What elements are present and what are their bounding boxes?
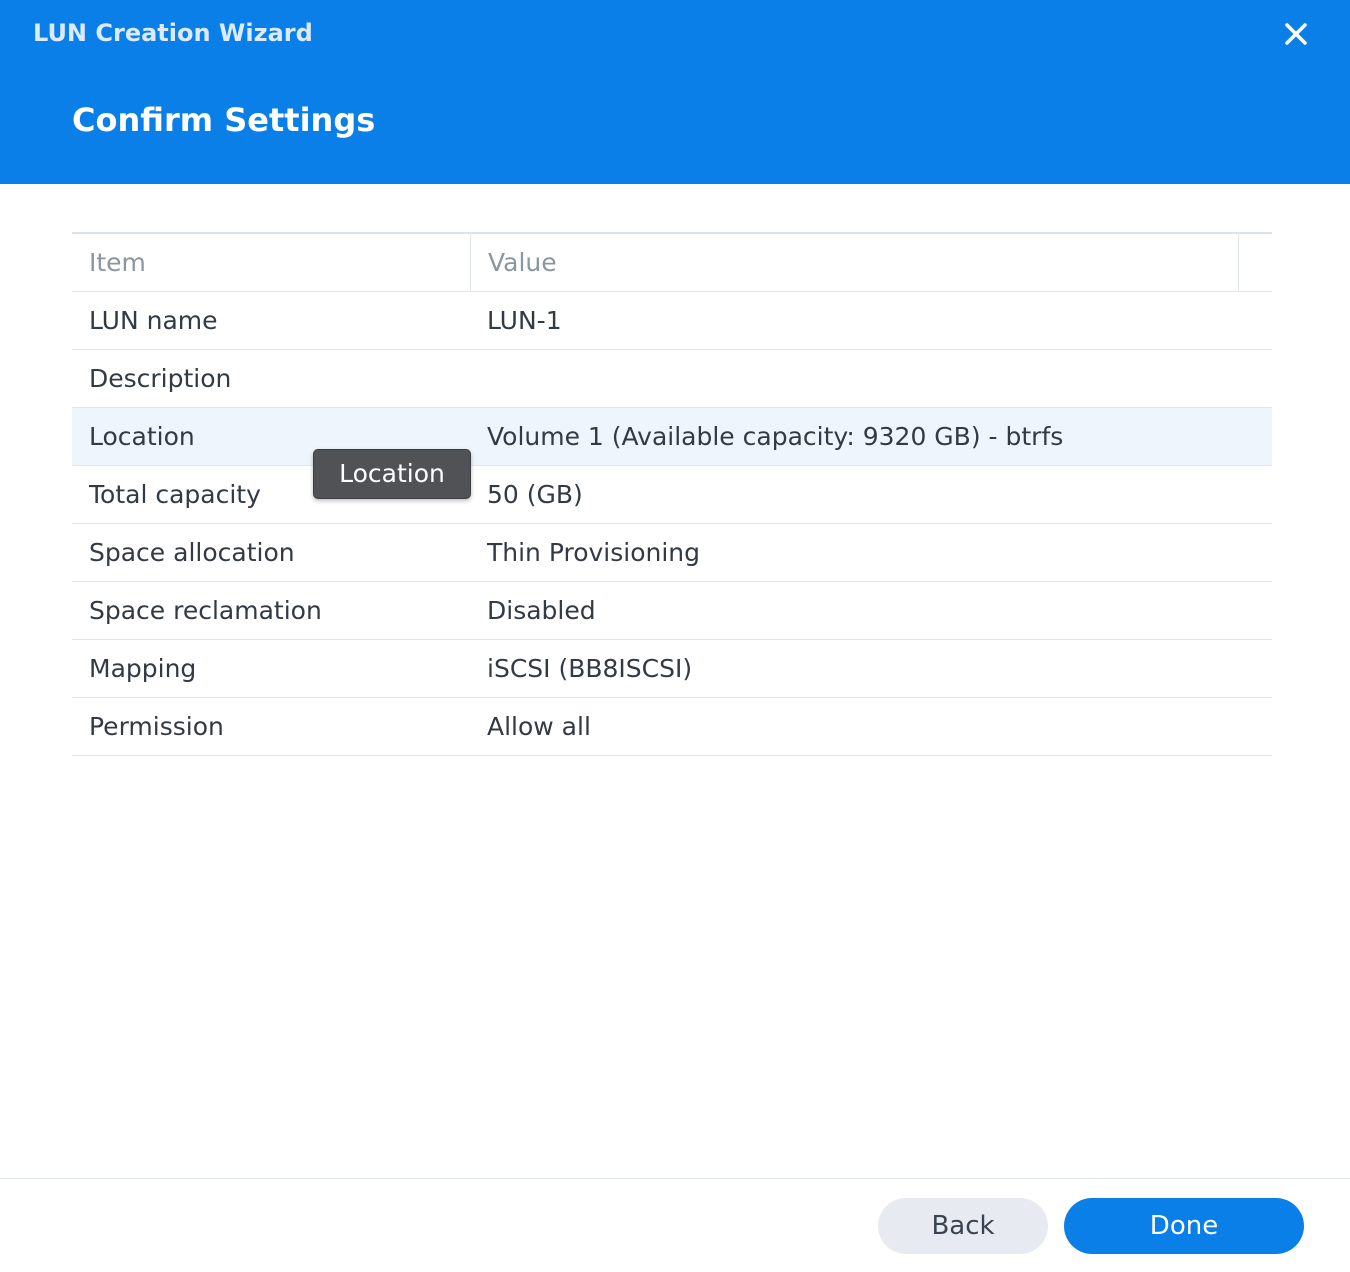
- tooltip: Location: [313, 449, 471, 499]
- value-cell: 50 (GB): [487, 480, 583, 509]
- column-header-item[interactable]: Item: [89, 234, 146, 291]
- value-cell: LUN-1: [487, 306, 562, 335]
- table-row[interactable]: Total capacity 50 (GB): [72, 466, 1272, 524]
- table-row[interactable]: Space reclamation Disabled: [72, 582, 1272, 640]
- value-cell: Allow all: [487, 712, 591, 741]
- value-cell: Disabled: [487, 596, 596, 625]
- footer-divider: [0, 1178, 1350, 1179]
- value-cell: iSCSI (BB8ISCSI): [487, 654, 693, 683]
- settings-grid: Item Value LUN name LUN-1 Description Lo…: [72, 232, 1272, 756]
- table-row[interactable]: Mapping iSCSI (BB8ISCSI): [72, 640, 1272, 698]
- wizard-header: LUN Creation Wizard Confirm Settings: [0, 0, 1350, 184]
- item-cell: Description: [89, 364, 232, 393]
- item-cell: Total capacity: [89, 480, 261, 509]
- table-row-hovered[interactable]: Location Volume 1 (Available capacity: 9…: [72, 408, 1272, 466]
- window-title: LUN Creation Wizard: [33, 19, 313, 47]
- column-header-value[interactable]: Value: [488, 234, 557, 291]
- back-button[interactable]: Back: [878, 1198, 1048, 1254]
- column-divider: [1238, 234, 1239, 291]
- done-button[interactable]: Done: [1064, 1198, 1304, 1254]
- value-cell: Volume 1 (Available capacity: 9320 GB) -…: [487, 422, 1064, 451]
- table-row[interactable]: Space allocation Thin Provisioning: [72, 524, 1272, 582]
- column-resize-handle[interactable]: [470, 234, 471, 291]
- item-cell: Mapping: [89, 654, 197, 683]
- item-cell: Permission: [89, 712, 224, 741]
- table-row[interactable]: Description: [72, 350, 1272, 408]
- close-icon: [1285, 23, 1307, 45]
- item-cell: Space reclamation: [89, 596, 322, 625]
- close-button[interactable]: [1278, 16, 1314, 52]
- page-title: Confirm Settings: [72, 101, 376, 139]
- table-row[interactable]: LUN name LUN-1: [72, 292, 1272, 350]
- item-cell: Space allocation: [89, 538, 295, 567]
- value-cell: Thin Provisioning: [487, 538, 701, 567]
- table-row[interactable]: Permission Allow all: [72, 698, 1272, 756]
- item-cell: Location: [89, 422, 195, 451]
- grid-header: Item Value: [72, 234, 1272, 292]
- item-cell: LUN name: [89, 306, 218, 335]
